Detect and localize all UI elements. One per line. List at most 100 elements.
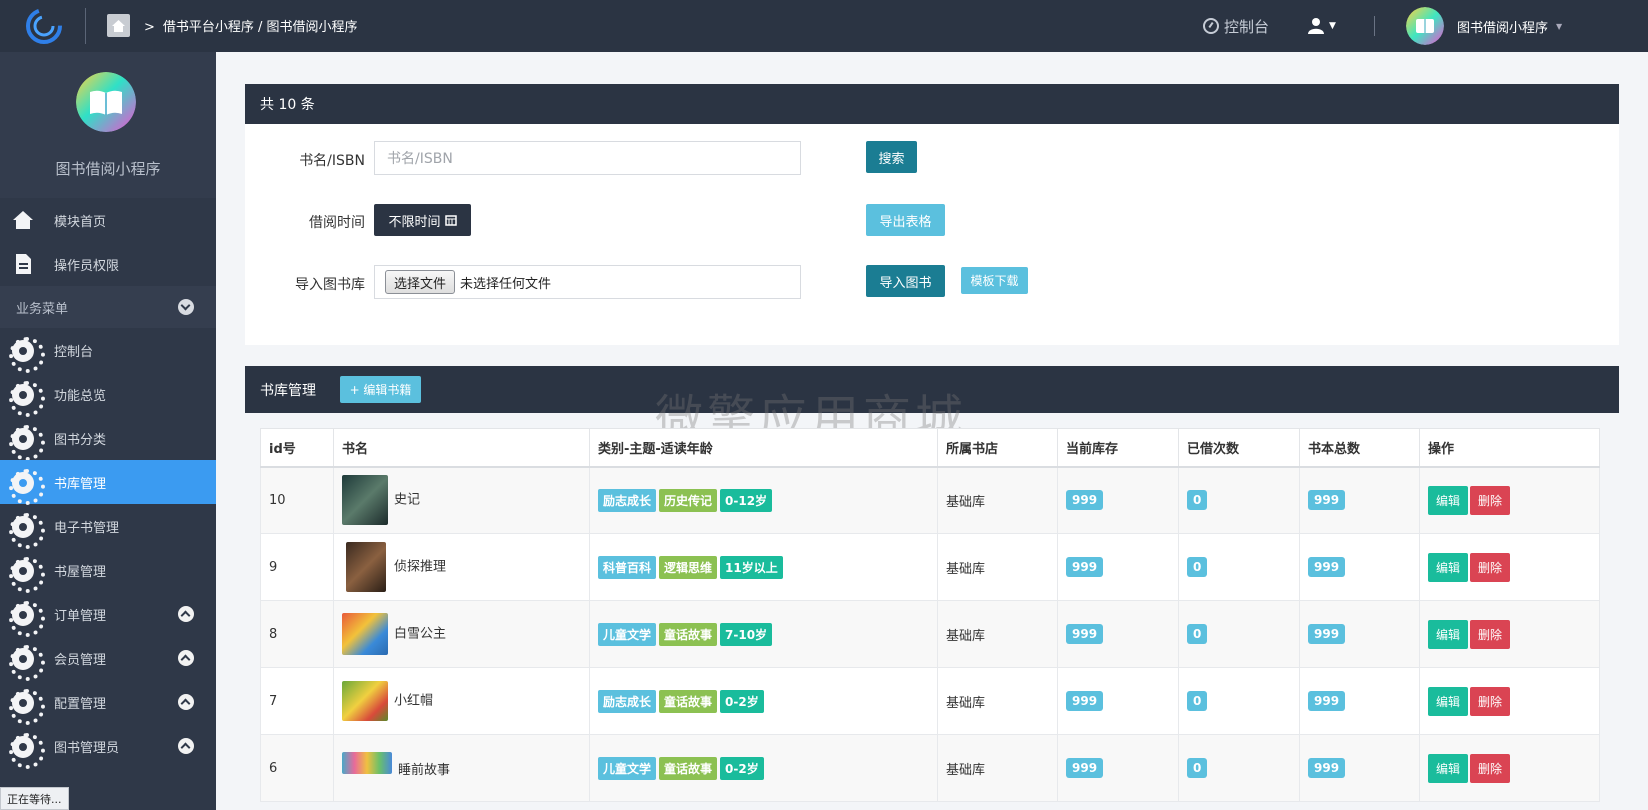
gear-icon [9, 733, 45, 769]
sidebar-item-bookhouse[interactable]: 书屋管理 [0, 548, 216, 593]
sidebar-item-orders[interactable]: 订单管理 [0, 592, 216, 637]
logo-icon[interactable] [24, 6, 64, 46]
filter-panel-header: 共 10 条 [245, 84, 1619, 124]
cell-book: 侦探推理 [333, 533, 590, 601]
search-label: 书名/ISBN [299, 153, 365, 169]
sidebar-item-dashboard[interactable]: 控制台 [0, 328, 216, 373]
sidebar-item-members[interactable]: 会员管理 [0, 636, 216, 681]
book-cover [342, 613, 388, 655]
home-icon [112, 19, 125, 32]
divider [85, 8, 86, 44]
cell-total: 999 [1299, 734, 1420, 802]
sidebar-item-label: 模块首页 [54, 214, 107, 230]
panel-title: 书库管理 [260, 382, 316, 399]
category-tag: 励志成长 [598, 488, 657, 512]
sidebar-group-label: 业务菜单 [16, 301, 69, 317]
browser-status-bar: 正在等待... [0, 787, 69, 810]
gear-icon [9, 469, 45, 505]
chevron-right-icon: > [144, 20, 155, 35]
choose-file-button[interactable]: 选择文件 [385, 270, 456, 294]
sidebar-item-overview[interactable]: 功能总览 [0, 372, 216, 417]
delete-button[interactable]: 删除 [1470, 619, 1511, 649]
table-row: 10 史记 励志成长 历史传记 0-12岁 基础库 999 0 999 编辑 删除 [260, 466, 1600, 534]
total-badge: 999 [1308, 691, 1346, 711]
sidebar-group-business[interactable]: 业务菜单 [0, 286, 216, 328]
edit-button[interactable]: 编辑 [1428, 619, 1469, 649]
delete-button[interactable]: 删除 [1470, 552, 1511, 582]
caret-down-icon: ▼ [1556, 21, 1563, 31]
book-cover [346, 542, 386, 592]
user-menu[interactable]: ▼ [1307, 0, 1336, 52]
chevron-up-icon [178, 694, 194, 710]
delete-button[interactable]: 删除 [1470, 686, 1511, 716]
table-row: 7 小红帽 励志成长 童话故事 0-2岁 基础库 999 0 999 编辑 删除 [260, 667, 1600, 735]
sidebar-item-categories[interactable]: 图书分类 [0, 416, 216, 461]
total-badge: 999 [1308, 490, 1346, 511]
cell-tags: 励志成长 历史传记 0-12岁 [589, 466, 938, 534]
cell-stock: 999 [1057, 734, 1179, 802]
site-name: 图书借阅小程序 [1457, 20, 1549, 36]
cell-tags: 科普百科 逻辑思维 11岁以上 [589, 533, 938, 601]
import-books-button[interactable]: 导入图书 [866, 265, 945, 297]
gear-icon [9, 381, 45, 417]
export-button[interactable]: 导出表格 [866, 204, 945, 236]
search-input[interactable]: 书名/ISBN [374, 141, 801, 175]
search-button[interactable]: 搜索 [866, 141, 917, 173]
age-tag: 11岁以上 [720, 555, 783, 579]
delete-button[interactable]: 删除 [1470, 485, 1511, 515]
dashboard-icon [1203, 18, 1219, 34]
cell-actions: 编辑 删除 [1419, 533, 1600, 601]
borrowed-badge: 0 [1187, 624, 1208, 644]
edit-button[interactable]: 编辑 [1428, 552, 1469, 582]
edit-button[interactable]: 编辑 [1428, 753, 1469, 783]
cell-id: 8 [260, 600, 334, 668]
theme-tag: 历史传记 [659, 488, 718, 512]
sidebar-item-label: 会员管理 [54, 652, 107, 668]
stock-badge: 999 [1066, 490, 1104, 511]
stock-badge: 999 [1066, 691, 1104, 711]
sidebar-item-label: 图书分类 [54, 432, 107, 448]
breadcrumb-text[interactable]: 借书平台小程序 / 图书借阅小程序 [163, 20, 358, 35]
time-label: 借阅时间 [309, 215, 365, 231]
column-header: 所属书店 [937, 428, 1058, 468]
edit-button[interactable]: 编辑 [1428, 485, 1469, 515]
document-icon [16, 254, 31, 274]
book-cover [342, 752, 392, 774]
cell-actions: 编辑 删除 [1419, 600, 1600, 668]
top-bar: > 借书平台小程序 / 图书借阅小程序 控制台 ▼ 图书借阅小程序 ▼ [0, 0, 1648, 52]
sidebar-item-label: 操作员权限 [54, 258, 120, 274]
breadcrumb[interactable]: > 借书平台小程序 / 图书借阅小程序 [144, 16, 358, 35]
sidebar-item-label: 订单管理 [54, 608, 107, 624]
edit-button[interactable]: 编辑 [1428, 686, 1469, 716]
home-button[interactable] [107, 14, 130, 37]
borrowed-badge: 0 [1187, 557, 1208, 577]
cell-store: 基础库 [937, 734, 1058, 802]
sidebar-item-permissions[interactable]: 操作员权限 [0, 242, 216, 286]
chevron-up-icon [178, 650, 194, 666]
sidebar-item-config[interactable]: 配置管理 [0, 680, 216, 725]
sidebar-item-librarians[interactable]: 图书管理员 [0, 724, 216, 769]
edit-books-button[interactable]: + 编辑书籍 [340, 376, 421, 403]
template-download-button[interactable]: 模板下载 [961, 267, 1028, 294]
file-input[interactable]: 选择文件 未选择任何文件 [374, 265, 801, 299]
borrowed-badge: 0 [1187, 691, 1208, 711]
theme-tag: 逻辑思维 [659, 555, 718, 579]
sidebar-item-home[interactable]: 模块首页 [0, 198, 216, 242]
gear-icon [9, 513, 45, 549]
cell-book: 小红帽 [333, 667, 590, 735]
cell-stock: 999 [1057, 533, 1179, 601]
sidebar-item-ebooks[interactable]: 电子书管理 [0, 504, 216, 549]
total-badge: 999 [1308, 557, 1346, 577]
site-menu[interactable]: 图书借阅小程序 ▼ [1406, 0, 1562, 52]
time-range-button[interactable]: 不限时间 [374, 204, 471, 236]
cell-borrowed: 0 [1178, 466, 1300, 534]
sidebar-item-label: 控制台 [54, 344, 94, 360]
table-row: 8 白雪公主 儿童文学 童话故事 7-10岁 基础库 999 0 999 编辑 删除 [260, 600, 1600, 668]
column-header: 当前库存 [1057, 428, 1179, 468]
stock-badge: 999 [1066, 624, 1104, 644]
sidebar-item-library[interactable]: 书库管理 [0, 460, 216, 505]
dashboard-link[interactable]: 控制台 [1203, 0, 1269, 52]
column-header: 类别-主题-适读年龄 [589, 428, 938, 468]
delete-button[interactable]: 删除 [1470, 753, 1511, 783]
theme-tag: 童话故事 [659, 756, 718, 780]
